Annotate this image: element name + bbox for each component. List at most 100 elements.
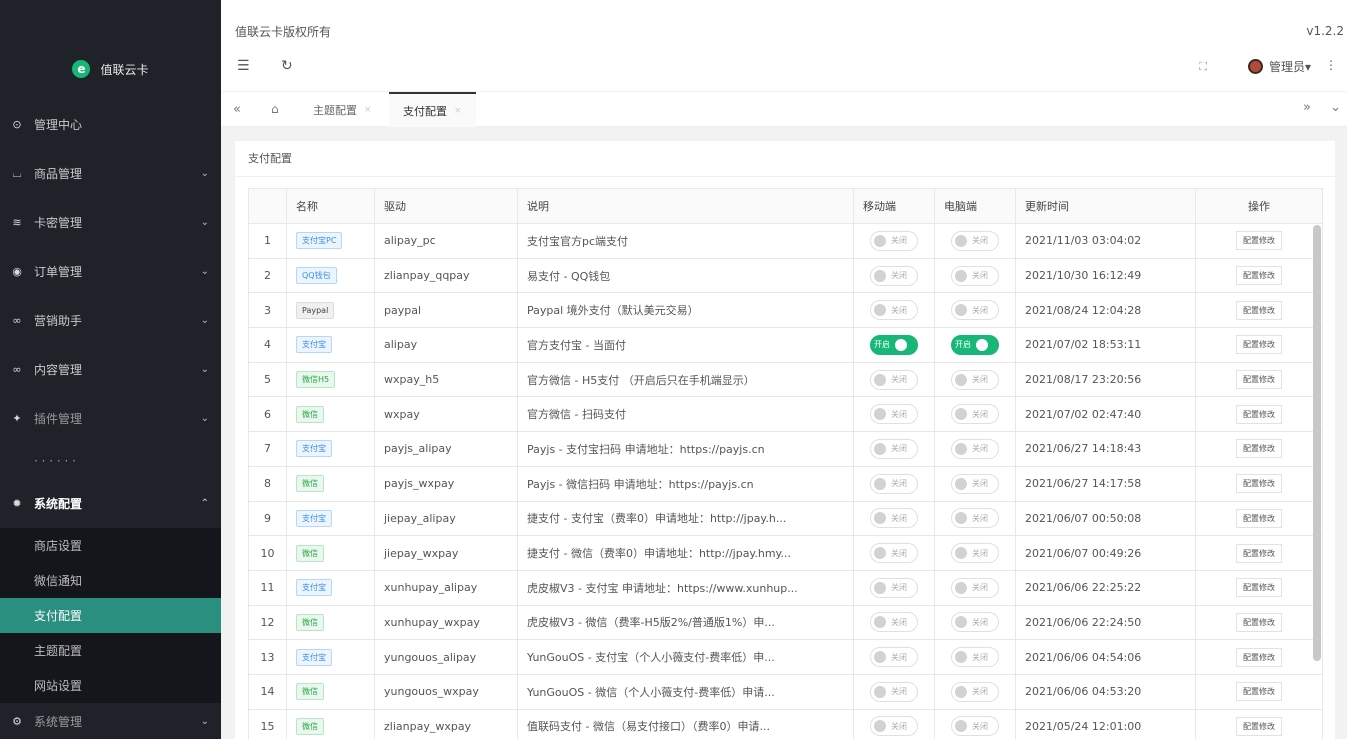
- config-edit-button[interactable]: 配置修改: [1236, 404, 1282, 424]
- sidebar-item-content[interactable]: ∞ 内容管理 ⌄: [0, 345, 221, 394]
- sidebar-item-cards[interactable]: ≋ 卡密管理 ⌄: [0, 198, 221, 247]
- config-edit-button[interactable]: 配置修改: [1236, 335, 1282, 355]
- col-header-pc[interactable]: 电脑端: [934, 188, 1016, 224]
- config-edit-button[interactable]: 配置修改: [1236, 578, 1282, 598]
- config-edit-button[interactable]: 配置修改: [1236, 647, 1282, 667]
- table-row: 9 支付宝 jiepay_alipay 捷支付 - 支付宝（费率0）申请地址：http…: [248, 500, 1323, 537]
- sidebar-item-hidden[interactable]: · · · · · ·: [0, 443, 221, 479]
- mobile-switch[interactable]: 关闭: [870, 647, 918, 668]
- col-header-driver[interactable]: 驱动: [374, 188, 518, 224]
- pc-switch[interactable]: 关闭: [951, 681, 999, 702]
- name-cell: 微信: [286, 535, 375, 571]
- pc-switch[interactable]: 关闭: [951, 369, 999, 390]
- pc-switch[interactable]: 关闭: [951, 473, 999, 494]
- mobile-switch[interactable]: 关闭: [870, 369, 918, 390]
- config-edit-button[interactable]: 配置修改: [1236, 439, 1282, 459]
- sidebar-item-label: 插件管理: [34, 412, 83, 426]
- driver-cell: xunhupay_alipay: [374, 569, 518, 606]
- chevron-down-icon[interactable]: ⌄: [1330, 100, 1341, 115]
- mobile-switch[interactable]: 关闭: [870, 230, 918, 251]
- pc-switch[interactable]: 关闭: [951, 716, 999, 737]
- tab-theme-config[interactable]: 主题配置 ×: [299, 92, 386, 127]
- tabs-prev-icon[interactable]: «: [233, 102, 241, 117]
- col-header-mobile[interactable]: 移动端: [853, 188, 935, 224]
- sidebar-item-products[interactable]: ⌴ 商品管理 ⌄: [0, 149, 221, 198]
- config-edit-button[interactable]: 配置修改: [1236, 474, 1282, 494]
- table-row: 4 支付宝 alipay 官方支付宝 - 当面付 开启 开启 2021/07/02 18:5…: [248, 327, 1323, 363]
- mobile-switch[interactable]: 关闭: [870, 612, 918, 633]
- admin-label: 管理员▾: [1268, 60, 1311, 74]
- mobile-switch[interactable]: 关闭: [870, 716, 918, 737]
- config-edit-button[interactable]: 配置修改: [1236, 266, 1282, 286]
- close-icon[interactable]: ×: [364, 105, 372, 115]
- driver-cell: yungouos_wxpay: [374, 673, 518, 710]
- sidebar-item-plugins[interactable]: ✦ 插件管理 ⌄: [0, 394, 221, 443]
- sidebar-sub-item-theme[interactable]: 主题配置: [0, 633, 221, 668]
- config-edit-button[interactable]: 配置修改: [1236, 612, 1282, 632]
- config-edit-button[interactable]: 配置修改: [1236, 370, 1282, 390]
- scrollbar[interactable]: [1313, 225, 1321, 661]
- config-edit-button[interactable]: 配置修改: [1236, 682, 1282, 702]
- mobile-switch[interactable]: 关闭: [870, 300, 918, 321]
- config-edit-button[interactable]: 配置修改: [1236, 508, 1282, 528]
- more-menu-icon[interactable]: ⋮: [1325, 58, 1337, 72]
- config-edit-button[interactable]: 配置修改: [1236, 231, 1282, 251]
- home-icon[interactable]: ⌂: [271, 102, 279, 116]
- sidebar-sub-item-payment[interactable]: 支付配置: [0, 598, 221, 633]
- config-edit-button[interactable]: 配置修改: [1236, 543, 1282, 563]
- pc-switch[interactable]: 关闭: [951, 265, 999, 286]
- sidebar-item-system-config[interactable]: ✹ 系统配置 ⌃: [0, 479, 221, 528]
- tab-payment-config[interactable]: 支付配置 ×: [389, 92, 476, 127]
- switch-knob: [955, 651, 967, 664]
- row-index: 3: [248, 292, 287, 329]
- pc-switch[interactable]: 关闭: [951, 230, 999, 251]
- desc-cell: 值联码支付 - 微信（易支付接口）（费率0）申请...: [517, 708, 854, 739]
- mobile-switch[interactable]: 关闭: [870, 438, 918, 459]
- config-edit-button[interactable]: 配置修改: [1236, 300, 1282, 320]
- pc-switch[interactable]: 开启: [951, 334, 999, 355]
- sidebar-sub-item-wechat-notify[interactable]: 微信通知: [0, 563, 221, 598]
- table-row: 13 支付宝 yungouos_alipay YunGouOS - 支付宝（个人小薇支…: [248, 639, 1323, 675]
- refresh-icon[interactable]: ↻: [281, 58, 293, 74]
- name-cell: 支付宝: [286, 500, 375, 537]
- mobile-switch[interactable]: 关闭: [870, 577, 918, 598]
- pc-switch[interactable]: 关闭: [951, 612, 999, 633]
- logo[interactable]: e 值联云卡: [0, 0, 221, 100]
- payment-name-badge: 支付宝: [296, 336, 332, 354]
- time-cell: 2021/06/07 00:49:26: [1015, 535, 1196, 571]
- switch-label: 关闭: [891, 617, 907, 627]
- mobile-switch[interactable]: 关闭: [870, 265, 918, 286]
- col-header-desc[interactable]: 说明: [517, 188, 854, 224]
- mobile-switch[interactable]: 开启: [870, 334, 918, 355]
- mobile-switch[interactable]: 关闭: [870, 681, 918, 702]
- col-header-time[interactable]: 更新时间: [1015, 188, 1196, 224]
- pc-switch[interactable]: 关闭: [951, 438, 999, 459]
- close-icon[interactable]: ×: [454, 106, 462, 116]
- pc-switch[interactable]: 关闭: [951, 404, 999, 425]
- sidebar-item-marketing[interactable]: ∞ 营销助手 ⌄: [0, 296, 221, 345]
- tabs-next-icon[interactable]: »: [1303, 100, 1311, 115]
- sidebar-item-label: 营销助手: [34, 314, 83, 328]
- pc-cell: 关闭: [934, 500, 1016, 537]
- pc-switch[interactable]: 关闭: [951, 508, 999, 529]
- sidebar-sub-item-shop[interactable]: 商店设置: [0, 528, 221, 563]
- time-cell: 2021/06/27 14:17:58: [1015, 465, 1196, 502]
- pc-switch[interactable]: 关闭: [951, 543, 999, 564]
- mobile-switch[interactable]: 关闭: [870, 508, 918, 529]
- config-edit-button[interactable]: 配置修改: [1236, 716, 1282, 736]
- mobile-switch[interactable]: 关闭: [870, 473, 918, 494]
- pc-switch[interactable]: 关闭: [951, 300, 999, 321]
- mobile-switch[interactable]: 关闭: [870, 404, 918, 425]
- pc-cell: 关闭: [934, 535, 1016, 571]
- sidebar-sub-item-website[interactable]: 网站设置: [0, 668, 221, 703]
- sidebar-item-orders[interactable]: ◉ 订单管理 ⌄: [0, 247, 221, 296]
- mobile-switch[interactable]: 关闭: [870, 543, 918, 564]
- pc-switch[interactable]: 关闭: [951, 577, 999, 598]
- col-header-name[interactable]: 名称: [286, 188, 375, 224]
- sidebar-item-system-manage[interactable]: ⚙ 系统管理 ⌄: [0, 703, 221, 739]
- pc-switch[interactable]: 关闭: [951, 647, 999, 668]
- menu-toggle-icon[interactable]: ☰: [237, 58, 250, 74]
- fullscreen-icon[interactable]: ⛶: [1199, 60, 1207, 74]
- sidebar-item-dashboard[interactable]: ⊙ 管理中心: [0, 100, 221, 149]
- admin-menu[interactable]: 管理员▾: [1247, 58, 1311, 75]
